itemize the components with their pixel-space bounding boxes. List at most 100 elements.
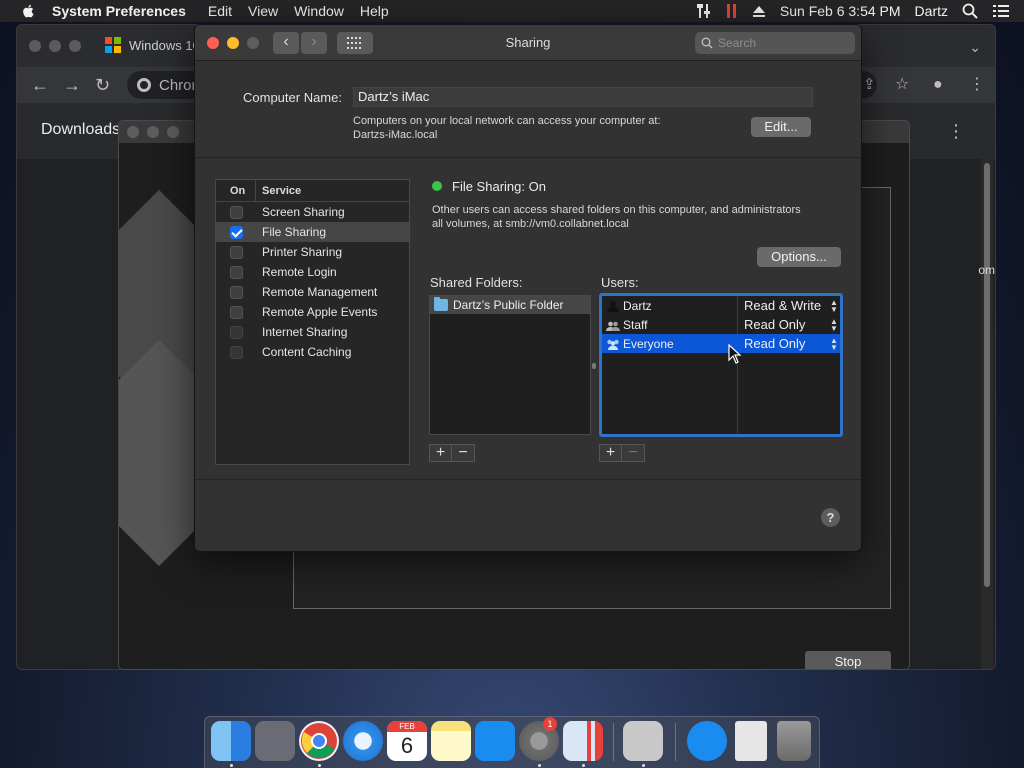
service-checkbox[interactable]	[230, 345, 243, 359]
edit-button[interactable]: Edit...	[751, 117, 811, 137]
chrome-window-controls	[29, 40, 81, 52]
search-field[interactable]	[695, 32, 855, 54]
launchpad-icon[interactable]	[255, 721, 295, 761]
scrollbar-thumb[interactable]	[984, 163, 990, 587]
chrome-tab[interactable]: Windows 10	[105, 37, 200, 53]
app-store-icon[interactable]	[475, 721, 515, 761]
apple-menu-icon[interactable]	[20, 3, 38, 19]
remove-folder-button[interactable]: −	[452, 445, 474, 461]
service-checkbox[interactable]	[230, 245, 243, 259]
stop-button[interactable]: Stop	[805, 651, 891, 669]
chrome-minimize-button[interactable]	[49, 40, 61, 52]
vm-zoom-button[interactable]	[167, 126, 179, 138]
trash-icon[interactable]	[777, 721, 811, 761]
everyone-group-icon	[607, 339, 619, 350]
parallels-icon[interactable]	[726, 3, 738, 19]
user-name-cell: Staff	[602, 318, 738, 332]
bookmark-star-icon[interactable]: ☆	[895, 75, 909, 95]
reload-icon[interactable]: ↻	[95, 75, 110, 95]
service-row-remote-login[interactable]: Remote Login	[216, 262, 409, 282]
service-label: Remote Apple Events	[262, 305, 378, 319]
calendar-month: FEB	[387, 721, 427, 732]
computer-name-field[interactable]: Dartz’s iMac	[353, 87, 813, 107]
parallels-desktop-icon[interactable]	[563, 721, 603, 761]
control-center-icon[interactable]	[992, 4, 1010, 18]
zoom-button[interactable]	[247, 37, 259, 49]
profile-icon[interactable]: ●	[933, 75, 943, 95]
column-header-service[interactable]: Service	[256, 185, 301, 197]
user-row-dartz[interactable]: Dartz Read & Write ▲ ▼	[602, 296, 840, 315]
services-header: On Service	[216, 179, 409, 202]
minimize-button[interactable]	[227, 37, 239, 49]
add-user-button[interactable]: +	[600, 445, 622, 461]
forward-arrow-icon[interactable]: →	[63, 75, 81, 95]
chrome-scrollbar[interactable]	[981, 159, 993, 669]
service-checkbox[interactable]	[230, 325, 243, 339]
menu-help[interactable]: Help	[360, 3, 389, 19]
chevron-down-icon[interactable]: ⌄	[969, 37, 981, 57]
service-row-screen-sharing[interactable]: Screen Sharing	[216, 202, 409, 222]
add-folder-button[interactable]: +	[430, 445, 452, 461]
menu-edit[interactable]: Edit	[208, 3, 232, 19]
chrome-menu-icon[interactable]: ⋮	[969, 75, 985, 95]
close-button[interactable]	[207, 37, 219, 49]
spotlight-search-icon[interactable]	[962, 3, 978, 19]
service-label: File Sharing	[262, 225, 327, 239]
column-header-on[interactable]: On	[216, 179, 256, 202]
status-indicator	[432, 181, 442, 191]
back-button[interactable]: ‹	[273, 32, 299, 54]
help-button[interactable]: ?	[821, 508, 840, 527]
service-checkbox[interactable]	[230, 225, 243, 239]
service-checkbox[interactable]	[230, 205, 243, 219]
user-row-staff[interactable]: Staff Read Only ▲ ▼	[602, 315, 840, 334]
permission-popup[interactable]: Read Only ▲ ▼	[738, 317, 838, 332]
tools-icon[interactable]	[696, 3, 712, 19]
finder-icon[interactable]	[211, 721, 251, 761]
service-checkbox[interactable]	[230, 285, 243, 299]
service-row-file-sharing[interactable]: File Sharing	[216, 222, 409, 242]
back-arrow-icon[interactable]: ←	[31, 75, 49, 95]
show-all-button[interactable]	[337, 32, 373, 54]
chrome-app-icon[interactable]	[299, 721, 339, 761]
users-list[interactable]: Dartz Read & Write ▲ ▼ Staff Read Only ▲ ▼…	[599, 293, 843, 437]
menu-window[interactable]: Window	[294, 3, 344, 19]
service-checkbox[interactable]	[230, 305, 243, 319]
menu-view[interactable]: View	[248, 3, 278, 19]
notes-icon[interactable]	[431, 721, 471, 761]
split-handle[interactable]	[592, 363, 596, 369]
chrome-side-text: om	[978, 263, 995, 277]
vm-minimize-button[interactable]	[147, 126, 159, 138]
running-indicator	[318, 764, 321, 767]
share-icon[interactable]: ⇪	[863, 75, 876, 95]
forward-button[interactable]: ›	[301, 32, 327, 54]
options-button[interactable]: Options...	[757, 247, 841, 267]
safari-icon[interactable]	[343, 721, 383, 761]
shared-folder-row[interactable]: Dartz’s Public Folder	[430, 296, 590, 314]
service-row-internet-sharing[interactable]: Internet Sharing	[216, 322, 409, 342]
calendar-icon[interactable]: FEB 6	[387, 721, 427, 761]
service-checkbox[interactable]	[230, 265, 243, 279]
grid-icon	[347, 37, 361, 49]
document-icon[interactable]	[735, 721, 767, 761]
menu-user[interactable]: Dartz	[915, 3, 948, 19]
search-input[interactable]	[718, 36, 848, 50]
chrome-close-button[interactable]	[29, 40, 41, 52]
remove-user-button[interactable]: −	[622, 445, 644, 461]
service-row-content-caching[interactable]: Content Caching	[216, 342, 409, 362]
permission-popup[interactable]: Read & Write ▲ ▼	[738, 298, 838, 313]
vm-close-button[interactable]	[127, 126, 139, 138]
permission-popup[interactable]: Read Only ▲ ▼	[738, 336, 838, 351]
page-menu-icon[interactable]: ⋮	[947, 121, 965, 142]
service-row-printer-sharing[interactable]: Printer Sharing	[216, 242, 409, 262]
chrome-zoom-button[interactable]	[69, 40, 81, 52]
user-row-everyone[interactable]: Everyone Read Only ▲ ▼	[602, 334, 840, 353]
archive-utility-icon[interactable]	[623, 721, 663, 761]
service-row-remote-apple-events[interactable]: Remote Apple Events	[216, 302, 409, 322]
service-row-remote-management[interactable]: Remote Management	[216, 282, 409, 302]
sharing-titlebar: ‹ › Sharing	[195, 25, 861, 61]
shared-folders-list[interactable]: Dartz’s Public Folder	[429, 295, 591, 435]
app-store-download-icon[interactable]	[687, 721, 727, 761]
menu-clock[interactable]: Sun Feb 6 3:54 PM	[780, 3, 901, 19]
eject-icon[interactable]	[752, 4, 766, 18]
menu-app-name[interactable]: System Preferences	[52, 3, 186, 19]
